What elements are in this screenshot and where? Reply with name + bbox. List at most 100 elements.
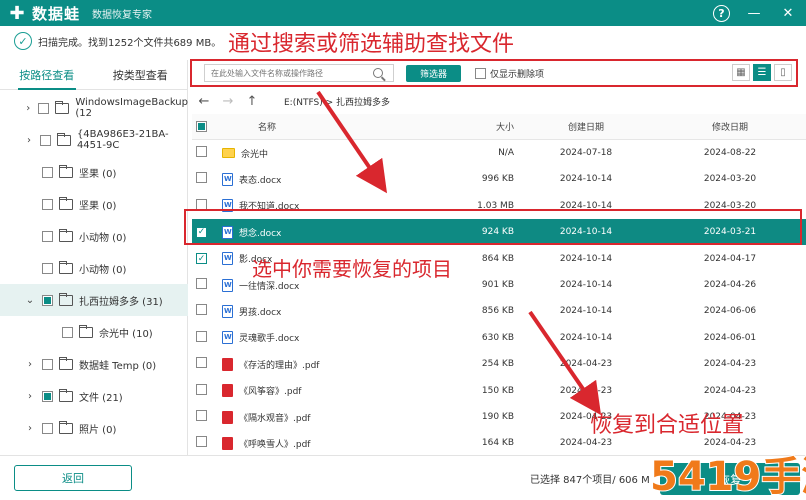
tree-item-label: 佘光中 (10) — [99, 328, 153, 340]
file-name: 佘光中 — [241, 149, 269, 160]
tree-item-label: 小动物 (0) — [79, 264, 127, 276]
expand-arrow-icon[interactable]: › — [24, 135, 34, 146]
file-created: 2024-10-14 — [559, 280, 613, 290]
tree-checkbox[interactable] — [38, 102, 50, 114]
up-arrow-icon[interactable]: ↑ — [240, 94, 264, 109]
tree-checkbox[interactable] — [42, 294, 53, 306]
watermark-logo: 5419手游网 — [649, 453, 806, 500]
tree-item-label: 坚果 (0) — [79, 200, 117, 212]
tree-checkbox[interactable] — [42, 390, 53, 402]
table-row[interactable]: 《风筝容》.pdf 150 KB 2024-04-23 2024-04-23 — [192, 378, 806, 404]
col-size[interactable]: 大小 — [422, 120, 514, 133]
tree-item[interactable]: › 文件 (21) — [0, 380, 188, 412]
tree-checkbox[interactable] — [42, 262, 53, 274]
tree-item-label: WindowsImageBackup (12 — [75, 97, 188, 119]
tree-checkbox[interactable] — [42, 198, 53, 210]
pdf-file-icon — [222, 384, 233, 398]
row-checkbox[interactable] — [196, 436, 207, 448]
tree-item[interactable]: ⌄ 扎西拉姆多多 (31) — [0, 284, 188, 316]
title-bar: ✚ 数据蛙 数据恢复专家 ? — ✕ — [0, 0, 806, 26]
table-row[interactable]: 灵魂歌手.docx 630 KB 2024-10-14 2024-06-01 — [192, 325, 806, 351]
minimize-icon[interactable]: — — [744, 3, 764, 23]
table-row[interactable]: 《存活的理由》.pdf 254 KB 2024-04-23 2024-04-23 — [192, 351, 806, 377]
select-all-checkbox[interactable] — [196, 120, 207, 132]
tree-item-label: 文件 (21) — [79, 392, 123, 404]
tree-item[interactable]: 坚果 (0) — [0, 156, 188, 188]
pdf-file-icon — [222, 357, 233, 371]
selection-info: 已选择 847个项目/ 606 M — [530, 475, 650, 486]
check-circle-icon: ✓ — [14, 32, 32, 50]
row-checkbox[interactable]: ✓ — [196, 253, 207, 265]
row-checkbox[interactable] — [196, 357, 207, 369]
row-checkbox[interactable] — [196, 383, 207, 395]
folder-icon — [59, 292, 73, 306]
tree-item[interactable]: › 照片 (0) — [0, 412, 188, 444]
col-name[interactable]: 名称 — [212, 120, 422, 133]
word-file-icon — [222, 252, 233, 266]
folder-icon — [59, 228, 73, 242]
pdf-file-icon — [222, 436, 233, 450]
watermark-logo-text: 5419手游网 — [650, 454, 806, 500]
forward-arrow-icon[interactable]: → — [216, 94, 240, 109]
folder-icon — [59, 164, 73, 178]
tree-checkbox[interactable] — [62, 326, 73, 338]
tree-checkbox[interactable] — [39, 134, 51, 146]
row-checkbox[interactable] — [196, 278, 207, 289]
file-name: 《隔水观音》.pdf — [239, 413, 311, 424]
nav-bar: ← → ↑ E:(NTFS) > 扎西拉姆多多 — [192, 88, 806, 114]
back-arrow-icon[interactable]: ← — [192, 94, 216, 109]
tree-item[interactable]: 小动物 (0) — [0, 252, 188, 284]
tree-item[interactable]: 坚果 (0) — [0, 188, 188, 220]
expand-arrow-icon[interactable]: › — [24, 359, 36, 370]
expand-arrow-icon[interactable]: › — [24, 423, 36, 434]
tree-checkbox[interactable] — [42, 230, 53, 242]
tree-checkbox[interactable] — [42, 166, 53, 178]
col-created[interactable]: 创建日期 — [514, 120, 658, 133]
tree-item[interactable]: › {4BA986E3-21BA-4451-9C — [0, 124, 188, 156]
folder-icon — [59, 260, 73, 274]
word-file-icon — [222, 331, 233, 345]
file-name: 灵魂歌手.docx — [239, 334, 300, 345]
col-modified[interactable]: 修改日期 — [658, 120, 802, 133]
row-checkbox[interactable] — [196, 172, 207, 184]
annotation-search-hint: 通过搜索或筛选辅助查找文件 — [228, 32, 515, 57]
file-modified: 2024-06-06 — [703, 306, 757, 317]
tree-item[interactable]: 小动物 (0) — [0, 220, 188, 252]
file-size: 190 KB — [481, 412, 514, 422]
file-name: 男孩.docx — [239, 307, 282, 318]
file-name: 《呼唤雪人》.pdf — [239, 439, 311, 450]
back-button[interactable]: 返回 — [14, 465, 132, 491]
folder-icon — [59, 196, 73, 210]
word-file-icon — [222, 278, 233, 292]
row-checkbox[interactable] — [196, 330, 207, 342]
tree-item[interactable]: 佘光中 (10) — [0, 316, 188, 348]
row-checkbox[interactable] — [196, 304, 207, 316]
table-row[interactable]: 佘光中 N/A 2024-07-18 2024-08-22 — [192, 140, 806, 166]
file-created: 2024-10-14 — [559, 306, 613, 317]
row-checkbox[interactable] — [196, 146, 207, 157]
table-header: 名称 大小 创建日期 修改日期 — [192, 114, 806, 140]
tab-by-path[interactable]: 按路径查看 — [0, 60, 94, 90]
annotation-box-toolbar — [190, 59, 798, 87]
word-file-icon — [222, 172, 233, 186]
table-row[interactable]: 男孩.docx 856 KB 2024-10-14 2024-06-06 — [192, 298, 806, 324]
word-file-icon — [222, 304, 233, 318]
tree-checkbox[interactable] — [42, 422, 53, 434]
file-created: 2024-04-23 — [559, 359, 613, 370]
expand-arrow-icon[interactable]: › — [24, 391, 36, 402]
file-size: 630 KB — [481, 332, 514, 343]
help-icon[interactable]: ? — [713, 4, 730, 22]
file-modified: 2024-04-23 — [703, 438, 757, 449]
tree-checkbox[interactable] — [42, 358, 53, 370]
close-icon[interactable]: ✕ — [778, 3, 798, 23]
file-created: 2024-07-18 — [559, 148, 613, 158]
table-row[interactable]: 表态.docx 996 KB 2024-10-14 2024-03-20 — [192, 166, 806, 192]
tree-item[interactable]: › 数据蛙 Temp (0) — [0, 348, 188, 380]
expand-arrow-icon[interactable]: ⌄ — [24, 295, 36, 306]
expand-arrow-icon[interactable]: › — [24, 103, 32, 114]
tree-item-label: 小动物 (0) — [79, 232, 127, 244]
row-checkbox[interactable] — [196, 410, 207, 421]
file-size: 254 KB — [481, 359, 514, 370]
tab-by-type[interactable]: 按类型查看 — [94, 60, 188, 89]
tree-item[interactable]: › WindowsImageBackup (12 — [0, 92, 188, 124]
